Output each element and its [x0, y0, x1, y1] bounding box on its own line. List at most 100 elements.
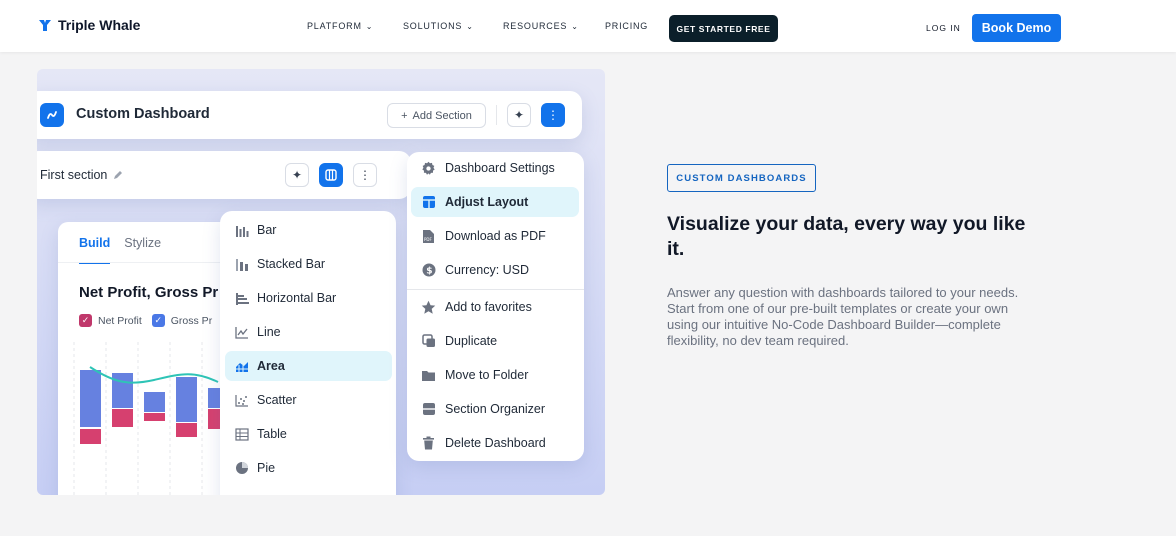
chart-type-table[interactable]: Table — [225, 419, 392, 449]
brand-name: Triple Whale — [58, 17, 141, 33]
bar-chart-icon — [234, 223, 249, 238]
action-adjust-layout[interactable]: Adjust Layout — [411, 187, 579, 217]
layout-icon — [421, 195, 436, 210]
folder-icon — [421, 368, 436, 383]
legend-label: Gross Pr — [170, 314, 213, 327]
tab-build[interactable]: Build — [79, 236, 111, 264]
chart-type-more[interactable] — [225, 487, 392, 495]
widget-tabs: Build Stylize — [79, 236, 161, 264]
section-sparkle-button[interactable]: ✦ — [285, 163, 309, 187]
nav-platform[interactable]: PLATFORM ⌄ — [307, 21, 373, 31]
bar-bottom — [144, 413, 165, 421]
checkbox-checked-icon: ✓ — [79, 314, 92, 327]
trend-line — [89, 366, 219, 384]
pie-chart-icon — [234, 461, 249, 476]
chart-type-label: Bar — [257, 223, 277, 237]
sparkle-icon: ✦ — [291, 168, 303, 182]
whale-tail-icon — [39, 20, 51, 31]
nav-solutions[interactable]: SOLUTIONS ⌄ — [403, 21, 474, 31]
chart-type-label: Horizontal Bar — [257, 291, 337, 305]
chart-type-label: Table — [257, 427, 287, 441]
nav-resources-label: RESOURCES — [503, 21, 568, 31]
top-nav: Triple Whale PLATFORM ⌄ SOLUTIONS ⌄ RESOUR… — [0, 0, 1176, 52]
section-header: First section ✦ ⋮ — [37, 151, 411, 199]
bar-top — [208, 388, 220, 408]
nav-solutions-label: SOLUTIONS — [403, 21, 463, 31]
svg-text:$: $ — [426, 267, 432, 277]
bar-bottom — [208, 409, 220, 429]
add-section-label: Add Section — [412, 109, 472, 122]
trash-icon — [421, 436, 436, 451]
action-label: Currency: USD — [445, 263, 530, 277]
chart-type-scatter[interactable]: Scatter — [225, 385, 392, 415]
bar-bottom — [112, 409, 133, 427]
action-label: Section Organizer — [445, 402, 546, 416]
chevron-down-icon: ⌄ — [571, 21, 579, 31]
action-label: Delete Dashboard — [445, 436, 546, 450]
chevron-down-icon: ⌄ — [365, 21, 374, 31]
action-label: Adjust Layout — [445, 195, 529, 209]
login-link[interactable]: LOG IN — [926, 23, 961, 33]
grid-icon — [234, 495, 249, 496]
dashboard-actions-menu: Dashboard Settings Adjust Layout PDF Dow… — [407, 152, 584, 461]
action-download-pdf[interactable]: PDF Download as PDF — [411, 221, 579, 251]
add-section-button[interactable]: + Add Section — [387, 103, 486, 128]
chart-type-pie[interactable]: Pie — [225, 453, 392, 483]
chart-type-area[interactable]: Area — [225, 351, 392, 381]
divider — [496, 105, 497, 125]
plus-icon: + — [401, 109, 408, 122]
section-title[interactable]: First section — [40, 168, 123, 182]
action-delete-dashboard[interactable]: Delete Dashboard — [411, 428, 579, 458]
more-options-button[interactable]: ⋮ — [541, 103, 565, 127]
pencil-icon — [114, 171, 123, 179]
chart-type-label: Pie — [257, 461, 276, 475]
svg-text:PDF: PDF — [424, 237, 432, 242]
section-headline: Visualize your data, every way you like … — [667, 213, 1026, 260]
chart-type-bar[interactable]: Bar — [225, 215, 392, 245]
chart-type-label: Stacked Bar — [257, 257, 326, 271]
star-icon — [421, 300, 436, 315]
legend-gross-profit[interactable]: ✓ Gross Pr — [151, 314, 213, 327]
kebab-icon: ⋮ — [359, 168, 371, 182]
chart-type-horizontal-bar[interactable]: Horizontal Bar — [225, 283, 392, 313]
legend-net-profit[interactable]: ✓ Net Profit — [79, 314, 142, 327]
chart-type-line[interactable]: Line — [225, 317, 392, 347]
horizontal-bar-icon — [234, 291, 249, 306]
legend-label: Net Profit — [98, 314, 142, 327]
chart-type-stacked-bar[interactable]: Stacked Bar — [225, 249, 392, 279]
action-section-organizer[interactable]: Section Organizer — [411, 394, 579, 424]
ai-sparkle-button[interactable]: ✦ — [507, 103, 531, 127]
table-icon — [234, 427, 249, 442]
pdf-icon: PDF — [421, 229, 436, 244]
action-label: Dashboard Settings — [445, 161, 555, 175]
get-started-button[interactable]: GET STARTED FREE — [669, 15, 778, 42]
bar-bottom — [80, 429, 101, 444]
section-more-button[interactable]: ⋮ — [353, 163, 377, 187]
brand-logo[interactable]: Triple Whale — [38, 17, 140, 33]
action-currency[interactable]: $ Currency: USD — [411, 255, 579, 285]
bar-top — [144, 392, 165, 412]
action-label: Duplicate — [445, 334, 498, 348]
action-move-folder[interactable]: Move to Folder — [411, 360, 579, 390]
bar-top — [112, 373, 133, 408]
bar-top — [80, 370, 101, 427]
chart-type-label: Area — [257, 359, 285, 373]
action-add-favorites[interactable]: Add to favorites — [411, 292, 579, 322]
tab-stylize[interactable]: Stylize — [124, 236, 161, 264]
stacked-bar-icon — [234, 257, 249, 272]
chart-title: Net Profit, Gross Pr — [79, 284, 219, 301]
action-duplicate[interactable]: Duplicate — [411, 326, 579, 356]
action-label: Move to Folder — [445, 368, 529, 382]
book-demo-button[interactable]: Book Demo — [972, 14, 1061, 42]
checkbox-checked-icon: ✓ — [151, 314, 165, 327]
chevron-down-icon: ⌄ — [466, 21, 474, 31]
nav-resources[interactable]: RESOURCES ⌄ — [503, 21, 579, 31]
action-dashboard-settings[interactable]: Dashboard Settings — [411, 153, 579, 183]
chart-type-button[interactable] — [319, 163, 343, 187]
nav-pricing[interactable]: PRICING — [605, 21, 648, 31]
kebab-icon: ⋮ — [547, 108, 559, 122]
dashboard-header: Custom Dashboard + Add Section ✦ ⋮ — [37, 91, 582, 139]
dollar-icon: $ — [421, 263, 436, 278]
scatter-icon — [234, 393, 249, 408]
menu-divider — [407, 289, 584, 290]
